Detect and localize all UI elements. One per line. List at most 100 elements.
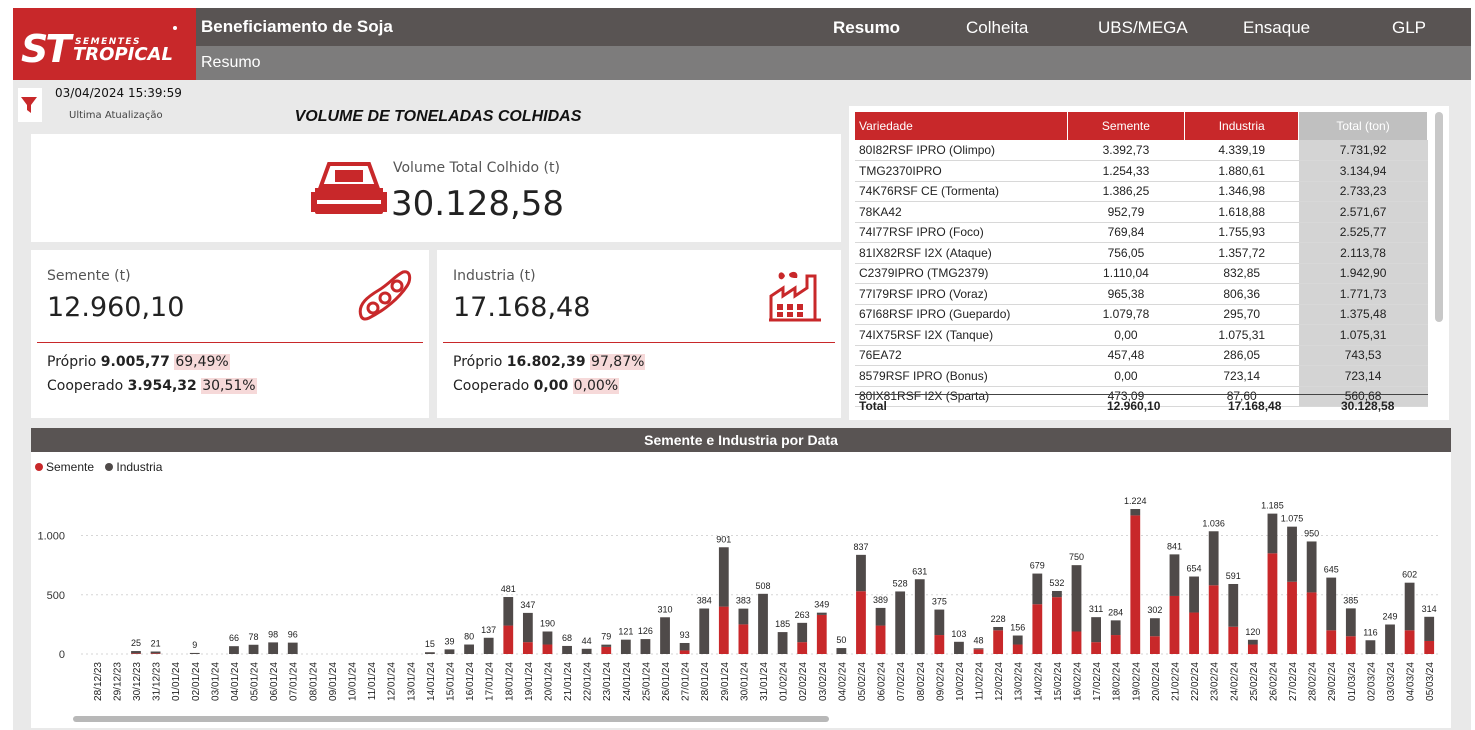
x-tick-label: 02/02/24 <box>798 662 809 701</box>
cell-total: 1.942,90 <box>1298 263 1428 284</box>
bar-industria <box>562 645 572 654</box>
cell-variedade: 77I79RSF IPRO (Voraz) <box>855 283 1067 305</box>
cell-industria: 1.357,72 <box>1184 242 1299 264</box>
bar-semente <box>1110 635 1121 654</box>
data-label: 126 <box>638 626 653 636</box>
data-label: 349 <box>814 600 829 610</box>
tab-colheita[interactable]: Colheita <box>966 18 1028 38</box>
bar-semente <box>1247 644 1258 654</box>
x-tick-label: 10/02/24 <box>955 662 966 701</box>
table-row[interactable]: 74IX75RSF I2X (Tanque) 0,00 1.075,31 1.075,… <box>855 324 1428 346</box>
data-label: 375 <box>932 597 947 607</box>
semente-label: Semente (t) <box>47 268 131 284</box>
cell-semente: 1.254,33 <box>1067 160 1185 182</box>
cell-semente: 3.392,73 <box>1067 140 1185 161</box>
tab-glp[interactable]: GLP <box>1392 18 1426 38</box>
x-tick-label: 23/01/24 <box>602 662 613 701</box>
filter-icon[interactable] <box>18 88 42 122</box>
column-header-variedade[interactable]: Variedade <box>855 112 1068 140</box>
x-tick-label: 04/02/24 <box>837 662 848 701</box>
bar-industria <box>973 648 984 650</box>
bar-industria <box>444 649 455 654</box>
cell-industria: 286,05 <box>1184 345 1299 366</box>
data-label: 68 <box>562 633 572 643</box>
table-row[interactable]: 74K76RSF CE (Tormenta) 1.386,25 1.346,98 2.… <box>855 181 1428 202</box>
semente-proprio-row: Próprio 9.005,77 69,49% <box>47 354 230 370</box>
data-label: 44 <box>582 636 592 646</box>
column-header-semente[interactable]: Semente <box>1067 112 1186 140</box>
table-row[interactable]: 78KA42 952,79 1.618,88 2.571,67 <box>855 201 1428 223</box>
bar-industria <box>268 642 279 654</box>
bar-semente <box>875 625 886 654</box>
cell-total: 743,53 <box>1298 345 1428 366</box>
data-label: 66 <box>229 633 239 643</box>
bar-industria <box>1306 541 1317 593</box>
bar-semente <box>1267 553 1278 654</box>
data-label: 508 <box>755 581 770 591</box>
x-tick-label: 26/01/24 <box>661 662 672 701</box>
bar-semente <box>1404 630 1415 654</box>
x-tick-label: 31/12/23 <box>152 662 163 701</box>
table-total-label: Total <box>859 399 887 413</box>
x-tick-label: 13/01/24 <box>406 662 417 701</box>
bar-industria <box>483 637 494 654</box>
tab-ubs-mega[interactable]: UBS/MEGA <box>1098 18 1188 38</box>
data-label: 679 <box>1030 561 1045 571</box>
tab-resumo[interactable]: Resumo <box>833 18 900 38</box>
cell-variedade: 67I68RSF IPRO (Guepardo) <box>855 304 1067 325</box>
table-row[interactable]: 74I77RSF IPRO (Foco) 769,84 1.755,93 2.525,… <box>855 222 1428 243</box>
x-tick-label: 24/02/24 <box>1229 662 1240 701</box>
data-label: 385 <box>1343 595 1358 605</box>
x-tick-label: 29/02/24 <box>1327 662 1338 701</box>
tab-ensaque[interactable]: Ensaque <box>1243 18 1310 38</box>
x-tick-label: 01/02/24 <box>779 662 790 701</box>
column-header-industria[interactable]: Industria <box>1184 112 1300 140</box>
data-label: 383 <box>736 596 751 606</box>
table-row[interactable]: 76EA72 457,48 286,05 743,53 <box>855 345 1428 366</box>
variety-table: Variedade Semente Industria Total (ton) … <box>855 112 1428 407</box>
bar-semente <box>503 625 514 654</box>
x-tick-label: 08/01/24 <box>308 662 319 701</box>
x-tick-label: 14/01/24 <box>426 662 437 701</box>
bar-industria <box>856 554 866 592</box>
data-label: 645 <box>1324 565 1339 575</box>
bar-semente <box>1169 595 1180 654</box>
table-row[interactable]: 77I79RSF IPRO (Voraz) 965,38 806,36 1.771,7… <box>855 283 1428 305</box>
bar-industria <box>581 648 592 654</box>
x-tick-label: 24/01/24 <box>622 662 633 701</box>
table-row[interactable]: 80I82RSF IPRO (Olimpo) 3.392,73 4.339,19 7.… <box>855 140 1428 161</box>
section-title: VOLUME DE TONELADAS COLHIDAS <box>294 108 582 125</box>
bar-industria <box>620 639 631 654</box>
x-tick-label: 03/03/24 <box>1386 662 1397 701</box>
x-tick-label: 01/01/24 <box>171 662 182 701</box>
bar-industria <box>1032 573 1043 605</box>
data-label: 50 <box>836 635 846 645</box>
column-header-total[interactable]: Total (ton) <box>1298 112 1428 140</box>
cell-variedade: 78KA42 <box>855 201 1067 223</box>
table-scrollbar[interactable] <box>1435 112 1443 322</box>
table-row[interactable]: C2379IPRO (TMG2379) 1.110,04 832,85 1.942,9… <box>855 263 1428 284</box>
bar-semente <box>1208 585 1219 654</box>
table-row[interactable]: 8579RSF IPRO (Bonus) 0,00 723,14 723,14 <box>855 365 1428 387</box>
bar-industria <box>1149 618 1160 637</box>
data-label: 591 <box>1226 571 1241 581</box>
x-tick-label: 15/01/24 <box>445 662 456 701</box>
table-total-industria: 17.168,48 <box>1228 399 1282 413</box>
x-tick-label: 05/02/24 <box>857 662 868 701</box>
table-row[interactable]: 81IX82RSF I2X (Ataque) 756,05 1.357,72 2.11… <box>855 242 1428 264</box>
total-volume-value: 30.128,58 <box>391 184 565 224</box>
x-tick-label: 28/01/24 <box>700 662 711 701</box>
table-row[interactable]: TMG2370IPRO 1.254,33 1.880,61 3.134,94 <box>855 160 1428 182</box>
cell-total: 1.075,31 <box>1298 324 1428 346</box>
bar-industria <box>699 608 710 654</box>
bar-semente <box>816 614 827 654</box>
data-label: 190 <box>540 618 555 628</box>
industria-cooperado-value: 0,00 <box>533 378 569 394</box>
data-label: 841 <box>1167 541 1182 551</box>
chart-horizontal-scrollbar[interactable] <box>73 716 829 722</box>
bar-semente <box>1071 631 1082 654</box>
x-tick-label: 10/01/24 <box>348 662 359 701</box>
bar-industria <box>503 597 514 626</box>
table-row[interactable]: 67I68RSF IPRO (Guepardo) 1.079,78 295,70 1.… <box>855 304 1428 325</box>
cell-total: 1.375,48 <box>1298 304 1428 325</box>
